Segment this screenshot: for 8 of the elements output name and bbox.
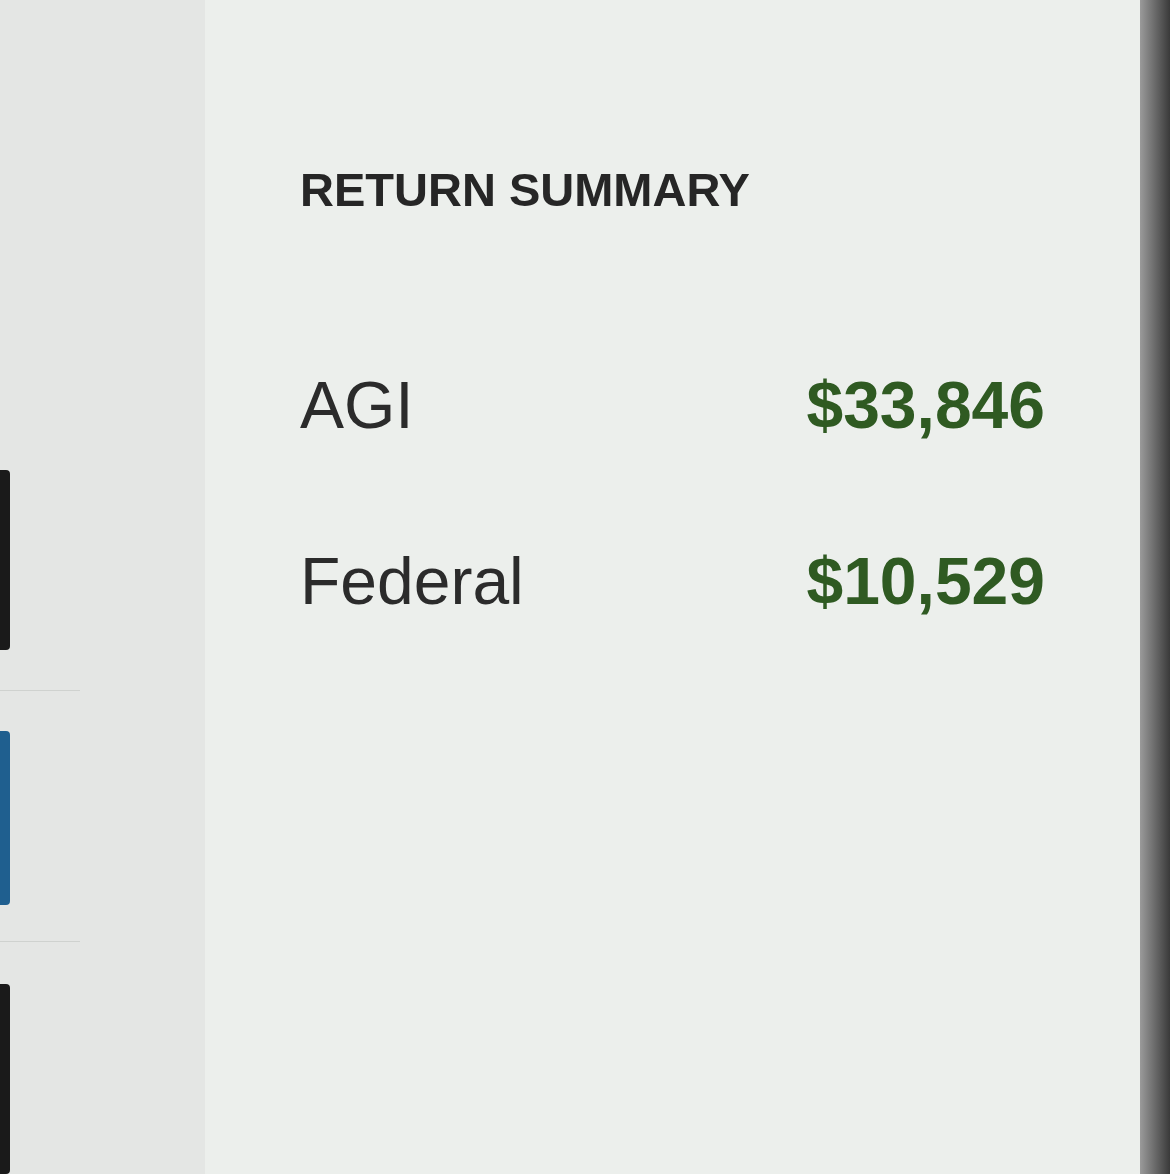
sidebar-button[interactable]	[0, 984, 10, 1174]
row-label: Federal	[300, 543, 524, 619]
row-label: AGI	[300, 367, 414, 443]
amount-value: $33,846	[806, 367, 1045, 443]
sidebar-button[interactable]	[0, 730, 10, 906]
sidebar-button[interactable]	[0, 470, 10, 650]
amount-value: $10,529	[806, 543, 1045, 619]
section-title: RETURN SUMMARY	[300, 162, 751, 217]
